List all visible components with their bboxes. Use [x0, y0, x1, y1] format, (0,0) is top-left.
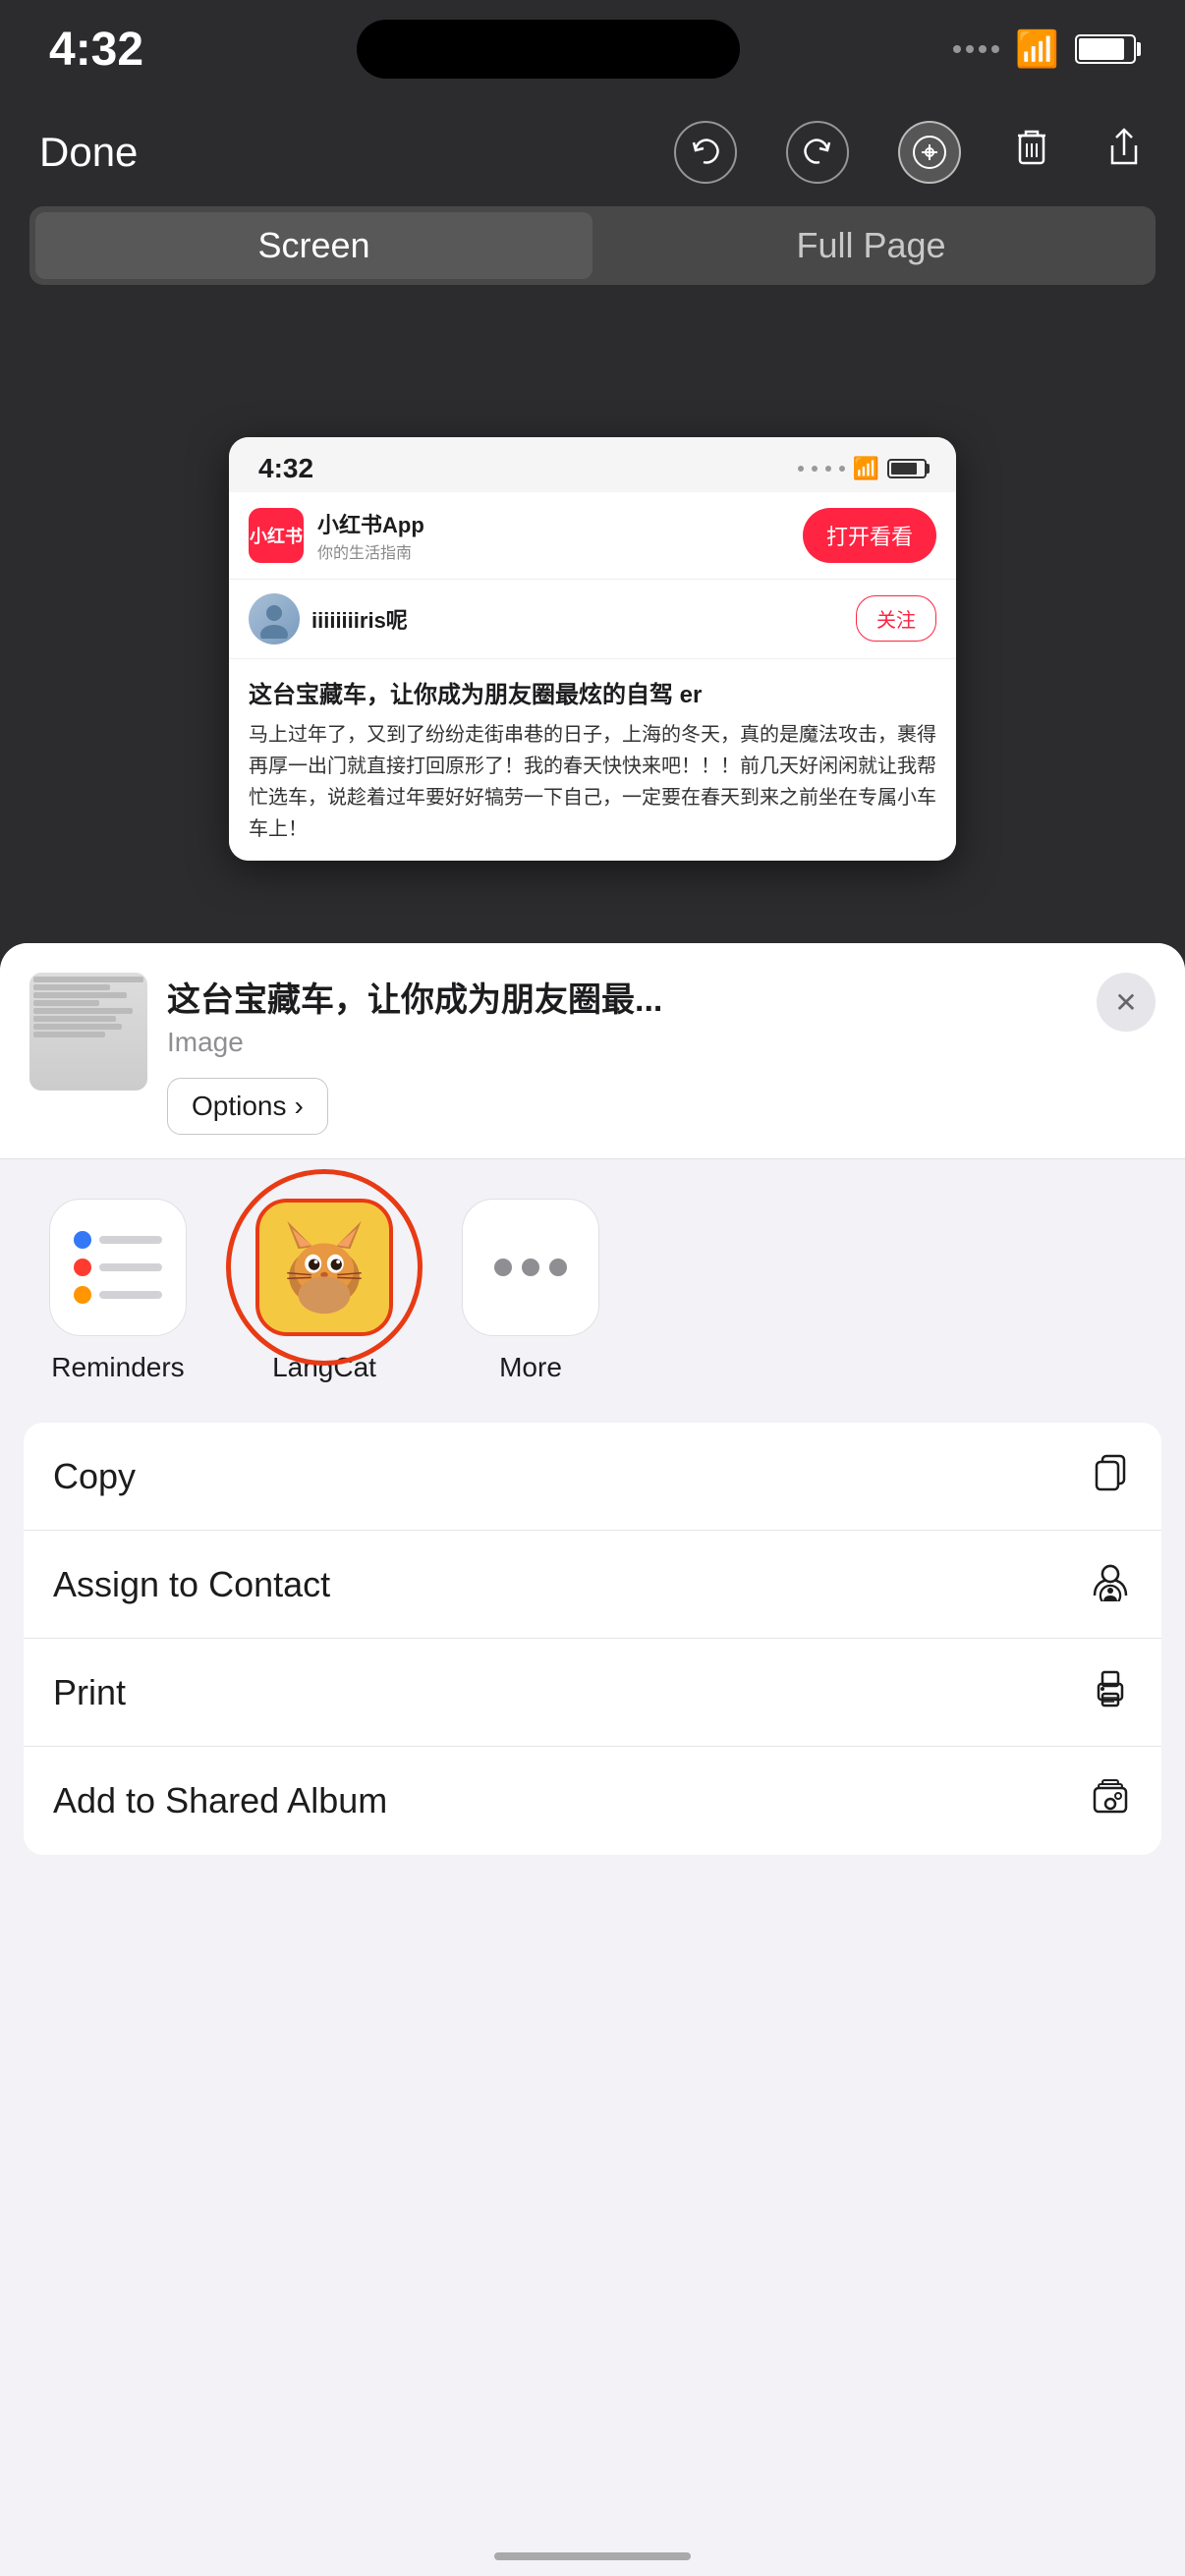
- undo-button[interactable]: [674, 121, 737, 184]
- status-bar: 4:32 📶: [0, 0, 1185, 98]
- delete-button[interactable]: [1010, 126, 1053, 179]
- status-time: 4:32: [49, 23, 143, 77]
- reminders-label: Reminders: [51, 1352, 184, 1383]
- screenshot-frame: 4:32 📶 小红书 小红书App 你的生活指南 打开看看: [229, 437, 956, 861]
- more-icon: [462, 1199, 599, 1336]
- assign-contact-label: Assign to Contact: [53, 1564, 330, 1605]
- copy-label: Copy: [53, 1456, 136, 1497]
- album-icon: [1089, 1774, 1132, 1827]
- share-info: 这台宝藏车，让你成为朋友圈最... Image Options ›: [167, 973, 1077, 1135]
- user-left: iiiiiiiiris呢: [249, 593, 408, 644]
- share-sheet: 这台宝藏车，让你成为朋友圈最... Image Options › ✕: [0, 943, 1185, 2576]
- redbook-logo: 小红书: [249, 508, 304, 563]
- screen-tab[interactable]: Screen: [35, 212, 592, 279]
- close-icon: ✕: [1114, 986, 1137, 1019]
- follow-button[interactable]: 关注: [856, 595, 936, 642]
- content-area: 这台宝藏车，让你成为朋友圈最炫的自驾 er 马上过年了，又到了纷纷走街串巷的日子…: [229, 659, 956, 861]
- redbook-info: 小红书App 你的生活指南: [317, 508, 424, 563]
- redbook-left: 小红书 小红书App 你的生活指南: [249, 508, 424, 563]
- user-section: iiiiiiiiris呢 关注: [229, 580, 956, 659]
- share-button[interactable]: [1102, 126, 1146, 179]
- segment-control: Screen Full Page: [29, 206, 1156, 285]
- langcat-wrapper: [255, 1199, 393, 1336]
- apps-row: Reminders: [0, 1159, 1185, 1403]
- screenshot-preview: 4:32 📶 小红书 小红书App 你的生活指南 打开看看: [0, 305, 1185, 992]
- home-indicator: [494, 2552, 691, 2560]
- more-label: More: [499, 1352, 562, 1383]
- reminders-icon: [49, 1199, 187, 1336]
- add-shared-album-action[interactable]: Add to Shared Album: [24, 1747, 1161, 1855]
- print-action[interactable]: Print: [24, 1639, 1161, 1747]
- printer-icon: [1089, 1666, 1132, 1719]
- close-button[interactable]: ✕: [1097, 973, 1156, 1032]
- mini-battery-icon: [887, 459, 927, 478]
- wifi-icon: 📶: [1015, 28, 1059, 70]
- options-button[interactable]: Options ›: [167, 1078, 328, 1135]
- fullpage-tab[interactable]: Full Page: [592, 212, 1150, 279]
- mini-wifi-icon: 📶: [853, 456, 879, 481]
- redo-button[interactable]: [786, 121, 849, 184]
- app-item-reminders[interactable]: Reminders: [29, 1199, 206, 1383]
- redbook-banner: 小红书 小红书App 你的生活指南 打开看看: [229, 492, 956, 580]
- redbook-open-button[interactable]: 打开看看: [803, 508, 936, 563]
- app-item-more[interactable]: More: [442, 1199, 619, 1383]
- status-icons: 📶: [953, 28, 1136, 70]
- copy-action[interactable]: Copy: [24, 1423, 1161, 1531]
- dynamic-island: [357, 20, 740, 79]
- toolbar: Done: [0, 98, 1185, 206]
- print-label: Print: [53, 1672, 126, 1713]
- share-thumbnail: [29, 973, 147, 1091]
- battery-icon: [1075, 34, 1136, 64]
- app-item-langcat[interactable]: LangCat: [236, 1199, 413, 1383]
- chevron-right-icon: ›: [295, 1091, 304, 1122]
- signal-icon: [953, 45, 999, 53]
- mini-status-bar: 4:32 📶: [229, 437, 956, 492]
- langcat-highlight-ring: [226, 1169, 423, 1366]
- markup-button[interactable]: [898, 121, 961, 184]
- toolbar-icons: [674, 121, 1146, 184]
- assign-contact-action[interactable]: Assign to Contact: [24, 1531, 1161, 1639]
- add-shared-album-label: Add to Shared Album: [53, 1780, 387, 1821]
- avatar: [249, 593, 300, 644]
- copy-icon: [1089, 1450, 1132, 1503]
- done-button[interactable]: Done: [39, 129, 138, 176]
- mini-status-icons: 📶: [798, 456, 927, 481]
- action-list: Copy Assign to Contact: [24, 1423, 1161, 1855]
- person-icon: [1089, 1558, 1132, 1611]
- share-header: 这台宝藏车，让你成为朋友圈最... Image Options › ✕: [0, 943, 1185, 1159]
